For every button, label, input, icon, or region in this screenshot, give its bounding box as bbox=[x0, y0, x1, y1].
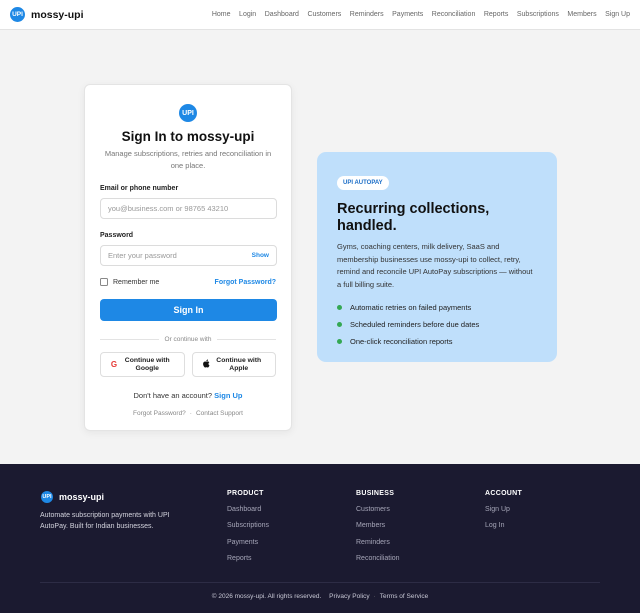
google-button-label: Continue with Google bbox=[124, 356, 170, 372]
upi-logo-icon: UPI bbox=[179, 104, 197, 122]
google-sign-in-button[interactable]: G Continue with Google bbox=[100, 352, 185, 377]
feature-list: Automatic retries on failed payments Sch… bbox=[337, 299, 537, 350]
page-subtitle: Manage subscriptions, retries and reconc… bbox=[104, 149, 272, 170]
nav-reports[interactable]: Reports bbox=[484, 11, 509, 18]
link-separator: · bbox=[189, 410, 192, 417]
bullet-dot-icon bbox=[337, 305, 342, 310]
no-account-text: Don't have an account? bbox=[133, 391, 213, 400]
footer-column-account: ACCOUNT Sign Up Log In bbox=[485, 490, 522, 539]
main-nav: Home Login Dashboard Customers Reminders… bbox=[212, 11, 630, 18]
footer-brand-name: mossy-upi bbox=[59, 492, 105, 502]
footer-separator: · bbox=[373, 593, 376, 600]
bullet-dot-icon bbox=[337, 322, 342, 327]
feature-text: One-click reconciliation reports bbox=[350, 337, 453, 346]
sign-in-card: UPI Sign In to mossy-upi Manage subscrip… bbox=[84, 84, 292, 431]
divider-line bbox=[100, 339, 159, 340]
forgot-password-link[interactable]: Forgot Password? bbox=[215, 279, 276, 286]
footer-link-subscriptions[interactable]: Subscriptions bbox=[227, 522, 269, 538]
sign-in-button[interactable]: Sign In bbox=[100, 299, 277, 321]
footer-link-reconciliation[interactable]: Reconciliation bbox=[356, 555, 400, 571]
nav-subscriptions[interactable]: Subscriptions bbox=[517, 11, 559, 18]
privacy-policy-link[interactable]: Privacy Policy bbox=[329, 593, 369, 600]
autopay-badge: UPI AUTOPAY bbox=[337, 176, 389, 190]
bullet-dot-icon bbox=[337, 339, 342, 344]
nav-sign-up[interactable]: Sign Up bbox=[605, 11, 630, 18]
footer-column-business: BUSINESS Customers Members Reminders Rec… bbox=[356, 490, 400, 571]
card-bottom-links: Forgot Password? · Contact Support bbox=[100, 410, 276, 417]
apple-button-label: Continue with Apple bbox=[216, 356, 262, 372]
footer-link-payments[interactable]: Payments bbox=[227, 539, 269, 555]
footer-link-sign-up[interactable]: Sign Up bbox=[485, 506, 522, 522]
promo-panel: UPI AUTOPAY Recurring collections, handl… bbox=[317, 152, 557, 362]
or-divider: Or continue with bbox=[100, 336, 276, 343]
page-title: Sign In to mossy-upi bbox=[121, 129, 255, 144]
footer-column-title: PRODUCT bbox=[227, 490, 264, 497]
footer-brand: UPI mossy-upi bbox=[41, 491, 104, 503]
upi-logo-icon: UPI bbox=[41, 491, 53, 503]
footer-column-product: PRODUCT Dashboard Subscriptions Payments… bbox=[227, 490, 269, 571]
feature-text: Scheduled reminders before due dates bbox=[350, 320, 480, 329]
feature-item: One-click reconciliation reports bbox=[337, 333, 537, 350]
promo-title: Recurring collections, handled. bbox=[337, 201, 490, 234]
email-field-wrapper bbox=[100, 198, 277, 219]
show-password-button[interactable]: Show bbox=[252, 252, 269, 259]
nav-members[interactable]: Members bbox=[567, 11, 596, 18]
email-field[interactable] bbox=[108, 204, 269, 213]
nav-reconciliation[interactable]: Reconciliation bbox=[432, 11, 476, 18]
footer-column-title: BUSINESS bbox=[356, 490, 395, 497]
footer-tagline: Automate subscription payments with UPI … bbox=[40, 512, 170, 530]
footer-link-reports[interactable]: Reports bbox=[227, 555, 269, 571]
copyright-text: © 2026 mossy-upi. All rights reserved. bbox=[211, 593, 322, 600]
nav-login[interactable]: Login bbox=[239, 11, 256, 18]
remember-me[interactable]: Remember me bbox=[100, 278, 159, 286]
remember-row: Remember me Forgot Password? bbox=[100, 278, 276, 286]
footer-divider bbox=[40, 582, 600, 583]
nav-payments[interactable]: Payments bbox=[392, 11, 423, 18]
divider-line bbox=[217, 339, 276, 340]
nav-reminders[interactable]: Reminders bbox=[350, 11, 384, 18]
sign-up-link[interactable]: Sign Up bbox=[214, 391, 242, 400]
nav-dashboard[interactable]: Dashboard bbox=[265, 11, 299, 18]
bottom-forgot-password-link[interactable]: Forgot Password? bbox=[133, 410, 186, 417]
divider-text: Or continue with bbox=[164, 336, 212, 343]
apple-icon bbox=[201, 359, 211, 370]
footer-link-members[interactable]: Members bbox=[356, 522, 400, 538]
no-account-line: Don't have an account? Sign Up bbox=[100, 391, 276, 400]
feature-item: Scheduled reminders before due dates bbox=[337, 316, 537, 333]
password-field[interactable] bbox=[108, 251, 252, 260]
footer-bottom: © 2026 mossy-upi. All rights reserved. P… bbox=[0, 593, 640, 600]
promo-description: Gyms, coaching centers, milk delivery, S… bbox=[337, 242, 533, 289]
password-field-wrapper: Show bbox=[100, 245, 277, 266]
remember-me-label: Remember me bbox=[113, 278, 160, 286]
feature-text: Automatic retries on failed payments bbox=[350, 303, 472, 312]
nav-home[interactable]: Home bbox=[212, 11, 231, 18]
apple-sign-in-button[interactable]: Continue with Apple bbox=[191, 352, 276, 377]
upi-logo-icon[interactable]: UPI bbox=[10, 7, 25, 22]
feature-item: Automatic retries on failed payments bbox=[337, 299, 537, 316]
terms-of-service-link[interactable]: Terms of Service bbox=[380, 593, 428, 600]
footer-link-reminders[interactable]: Reminders bbox=[356, 539, 400, 555]
top-header: UPI mossy-upi Home Login Dashboard Custo… bbox=[0, 0, 640, 30]
footer-link-log-in[interactable]: Log In bbox=[485, 522, 522, 538]
social-buttons: G Continue with Google Continue with App… bbox=[100, 352, 276, 377]
footer-link-customers[interactable]: Customers bbox=[356, 506, 400, 522]
nav-customers[interactable]: Customers bbox=[307, 11, 341, 18]
footer-link-dashboard[interactable]: Dashboard bbox=[227, 506, 269, 522]
remember-me-checkbox[interactable] bbox=[100, 278, 108, 286]
brand-name[interactable]: mossy-upi bbox=[31, 9, 84, 21]
google-icon: G bbox=[110, 360, 118, 369]
email-label: Email or phone number bbox=[100, 185, 179, 192]
footer-column-title: ACCOUNT bbox=[485, 490, 523, 497]
contact-support-link[interactable]: Contact Support bbox=[196, 410, 243, 417]
site-footer: UPI mossy-upi Automate subscription paym… bbox=[0, 464, 640, 613]
password-label: Password bbox=[100, 232, 134, 239]
